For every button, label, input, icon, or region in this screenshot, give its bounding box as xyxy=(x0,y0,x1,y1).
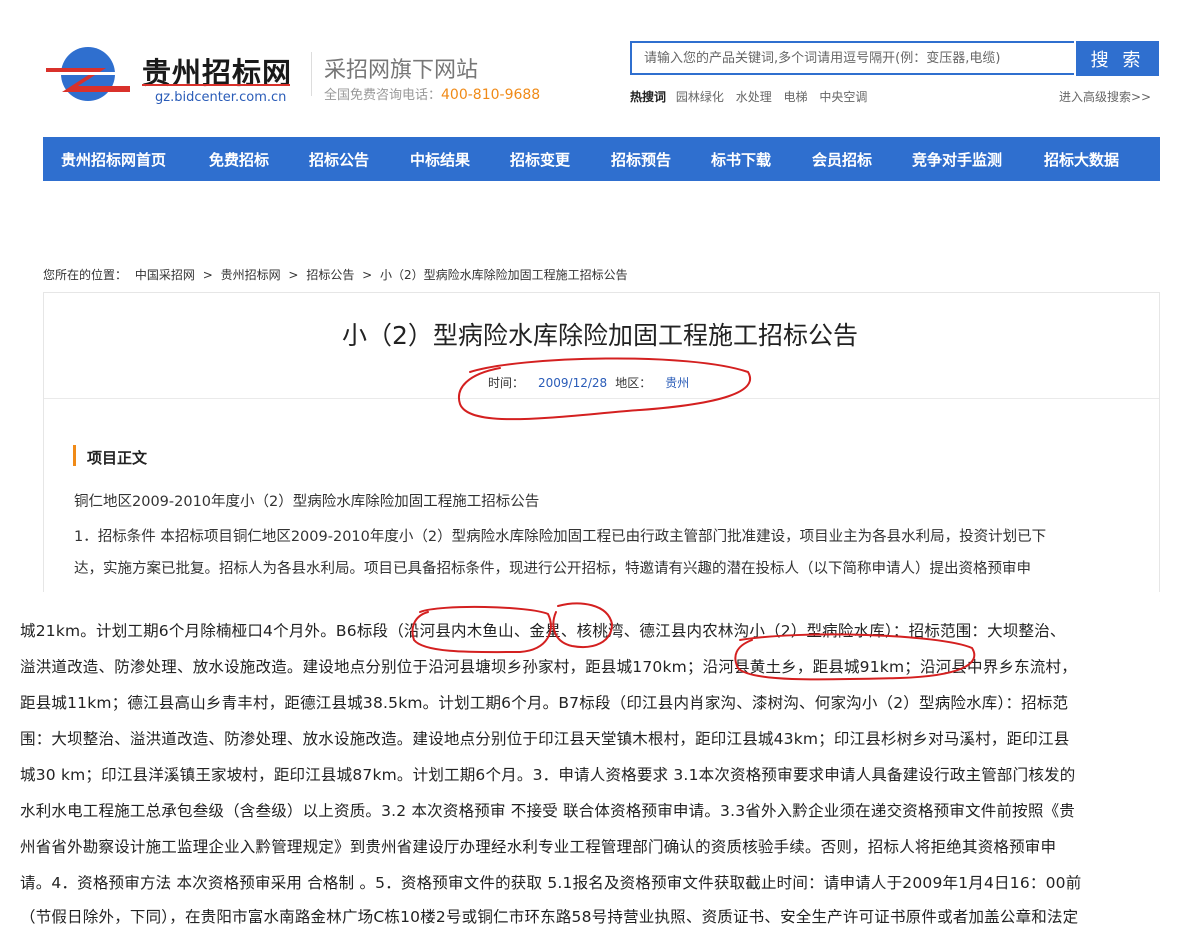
tagline: 采招网旗下网站 xyxy=(324,58,479,83)
breadcrumb-label: 您所在的位置： xyxy=(43,268,128,282)
zoomed-text-line: 溢洪道改造、防渗处理、放水设施改造。建设地点分别位于沿河县塘坝乡孙家村，距县城1… xyxy=(20,658,1077,676)
phone-label: 全国免费咨询电话： xyxy=(324,88,442,103)
phone-number: 400-810-9688 xyxy=(441,87,541,103)
hot-word[interactable]: 电梯 xyxy=(784,90,808,104)
main-nav: 贵州招标网首页 免费招标 招标公告 中标结果 招标变更 招标预告 标书下载 会员… xyxy=(43,137,1160,181)
paragraph-line: 1．招标条件 本招标项目铜仁地区2009-2010年度小（2）型病险水库除险加固… xyxy=(74,529,1047,545)
section-marker xyxy=(73,445,76,466)
zoomed-text-line: 城30 km；印江县洋溪镇王家坡村，距印江县城87km。计划工期6个月。3．申请… xyxy=(20,766,1076,784)
nav-item-results[interactable]: 中标结果 xyxy=(410,149,470,170)
nav-item-downloads[interactable]: 标书下载 xyxy=(711,149,771,170)
hot-words: 热搜词 园林绿化 水处理 电梯 中央空调 xyxy=(630,88,875,105)
nav-item-preview[interactable]: 招标预告 xyxy=(611,149,671,170)
article-meta: 时间： 2009/12/28 地区： 贵州 xyxy=(488,374,697,391)
article-title: 小（2）型病险水库除险加固工程施工招标公告 xyxy=(342,321,858,350)
zoomed-text-line: 请。4．资格预审方法 本次资格预审采用 合格制 。5．资格预审文件的获取 5.1… xyxy=(20,874,1082,892)
breadcrumb: 您所在的位置： 中国采招网 > 贵州招标网 > 招标公告 > 小（2）型病险水库… xyxy=(43,266,632,283)
hot-word[interactable]: 中央空调 xyxy=(819,90,867,104)
hot-word[interactable]: 园林绿化 xyxy=(676,90,724,104)
breadcrumb-item[interactable]: 贵州招标网 xyxy=(221,268,281,282)
zoomed-text-line: 距县城11km；德江县高山乡青丰村，距德江县城38.5km。计划工期6个月。B7… xyxy=(20,694,1069,712)
site-logo-icon[interactable] xyxy=(44,46,132,102)
search-input[interactable] xyxy=(632,43,1074,73)
breadcrumb-item[interactable]: 招标公告 xyxy=(306,268,354,282)
search-box xyxy=(630,41,1074,75)
search-button[interactable]: 搜 索 xyxy=(1076,41,1159,76)
nav-item-free-bidding[interactable]: 免费招标 xyxy=(209,149,269,170)
card-divider xyxy=(44,398,1159,399)
paragraph-line: 铜仁地区2009-2010年度小（2）型病险水库除险加固工程施工招标公告 xyxy=(74,494,540,510)
zoomed-text-line: 围：大坝整治、溢洪道改造、防渗处理、放水设施改造。建设地点分别位于印江县天堂镇木… xyxy=(20,730,1070,748)
breadcrumb-separator: > xyxy=(288,268,299,282)
advanced-search-link[interactable]: 进入高级搜索>> xyxy=(1059,88,1151,105)
region-value[interactable]: 贵州 xyxy=(665,376,689,390)
nav-item-home[interactable]: 贵州招标网首页 xyxy=(61,149,166,170)
breadcrumb-separator: > xyxy=(362,268,373,282)
zoomed-text-line: 州省省外勘察设计施工监理企业入黔管理规定》到贵州省建设厅办理经水利专业工程管理部… xyxy=(20,838,1057,856)
nav-item-bigdata[interactable]: 招标大数据 xyxy=(1044,149,1119,170)
breadcrumb-current: 小（2）型病险水库除险加固工程施工招标公告 xyxy=(380,268,628,282)
paragraph-line: 达，实施方案已批复。招标人为各县水利局。项目已具备招标条件，现进行公开招标，特邀… xyxy=(74,561,1031,577)
zoomed-text-line: 水利水电工程施工总承包叁级（含叁级）以上资质。3.2 本次资格预审 不接受 联合… xyxy=(20,802,1075,820)
header-divider xyxy=(311,52,312,96)
nav-item-member[interactable]: 会员招标 xyxy=(812,149,872,170)
zoomed-text-line: 城21km。计划工期6个月除楠桠口4个月外。B6标段（沿河县内木鱼山、金星、核桃… xyxy=(20,622,1066,640)
section-heading: 项目正文 xyxy=(87,449,148,467)
breadcrumb-separator: > xyxy=(202,268,213,282)
hot-words-label: 热搜词 xyxy=(630,90,667,104)
time-label: 时间： xyxy=(488,376,525,390)
time-value: 2009/12/28 xyxy=(538,376,608,390)
hot-word[interactable]: 水处理 xyxy=(736,90,772,104)
region-label: 地区： xyxy=(615,376,652,390)
nav-item-announcements[interactable]: 招标公告 xyxy=(309,149,369,170)
nav-item-changes[interactable]: 招标变更 xyxy=(510,149,570,170)
nav-item-competitor[interactable]: 竞争对手监测 xyxy=(912,149,1002,170)
breadcrumb-item[interactable]: 中国采招网 xyxy=(135,268,195,282)
phone-line: 全国免费咨询电话：400-810-9688 xyxy=(324,84,540,103)
site-domain: gz.bidcenter.com.cn xyxy=(155,90,287,105)
logo-underline xyxy=(142,84,290,86)
zoomed-text-line: （节假日除外，下同），在贵阳市富水南路金林广场C栋10楼2号或铜仁市环东路58号… xyxy=(20,908,1079,926)
